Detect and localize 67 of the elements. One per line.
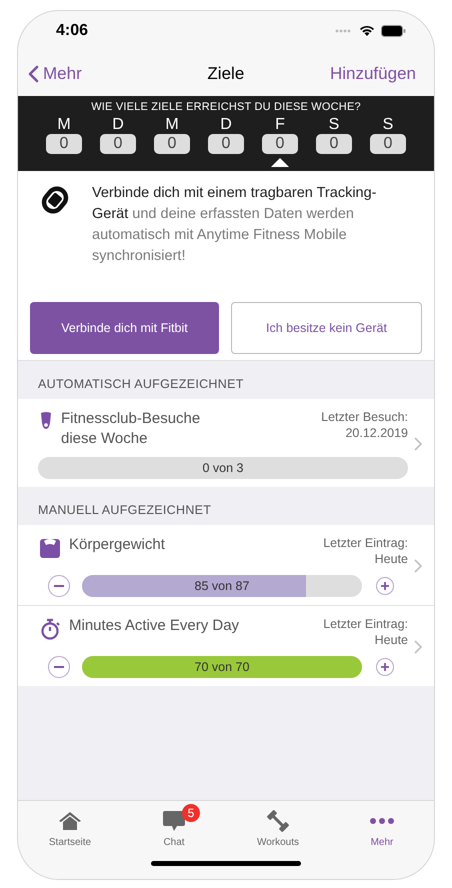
last-entry-label: Letzter Besuch:	[321, 409, 408, 425]
home-icon	[59, 812, 81, 830]
wifi-icon	[359, 25, 375, 37]
day-label: D	[220, 116, 232, 134]
day-counter[interactable]: 0	[262, 134, 298, 154]
day-label: S	[328, 116, 340, 134]
more-icon	[370, 818, 394, 824]
day-label: M	[57, 116, 71, 134]
progress-text: 70 von 70	[194, 660, 250, 674]
unread-badge: 5	[182, 804, 200, 822]
last-entry-value: 20.12.2019	[345, 425, 408, 441]
scale-icon	[39, 537, 61, 559]
increase-button[interactable]	[376, 658, 394, 676]
goal-row[interactable]: Fitnessclub-Besuche diese Woche Letzter Besuch: 20.12.2019 0 von 3	[18, 399, 434, 487]
section-header: AUTOMATISCH AUFGEZEICHNET	[38, 377, 244, 391]
progress-text: 0 von 3	[202, 461, 244, 475]
back-button[interactable]: Mehr	[28, 64, 82, 84]
goal-title: Körpergewicht	[69, 535, 166, 555]
day-label: D	[112, 116, 124, 134]
chevron-right-icon	[414, 640, 422, 654]
chevron-right-icon	[414, 437, 422, 451]
decrease-button[interactable]	[48, 656, 70, 678]
chevron-left-icon	[28, 64, 39, 82]
tab-item[interactable]: Mehr	[330, 801, 434, 861]
progress-text: 85 von 87	[194, 579, 250, 593]
last-entry-value: Heute	[374, 551, 408, 567]
tab-item[interactable]: Startseite	[18, 801, 122, 861]
goal-row[interactable]: Körpergewicht Letzter Eintrag: Heute 85 von 87	[18, 525, 434, 605]
day-counter[interactable]: 0	[316, 134, 352, 154]
connect-description: Verbinde dich mit einem tragbaren Tracking-Gerät und deine erfassten Daten werden automatisch mit Anytime Fitness Mobile synchronisiert!	[92, 184, 378, 266]
minus-icon	[54, 666, 64, 668]
tab-item[interactable]: 5 Chat	[122, 801, 226, 861]
day-counter[interactable]: 0	[154, 134, 190, 154]
add-link[interactable]: Hinzufügen	[330, 64, 416, 84]
day-counter[interactable]: 0	[100, 134, 136, 154]
signal-icon	[335, 29, 353, 33]
day-label: M	[165, 116, 179, 134]
battery-icon	[381, 25, 406, 37]
day-counter[interactable]: 0	[46, 134, 82, 154]
dumbbell-icon	[266, 809, 290, 833]
goal-title: Fitnessclub-Besuche diese Woche	[61, 409, 202, 449]
day-label: F	[275, 116, 285, 134]
goal-row[interactable]: Minutes Active Every Day Letzter Eintrag: Heute 70 von 70	[18, 605, 434, 686]
plus-icon	[381, 663, 389, 671]
status-time: 4:06	[56, 22, 88, 40]
increase-button[interactable]	[376, 577, 394, 595]
key-tag-icon	[39, 411, 53, 431]
last-entry-value: Heute	[374, 632, 408, 648]
last-entry-label: Letzter Eintrag:	[323, 616, 408, 632]
chevron-right-icon	[414, 559, 422, 573]
tab-item[interactable]: Workouts	[226, 801, 330, 861]
decrease-button[interactable]	[48, 575, 70, 597]
minus-icon	[54, 585, 64, 587]
day-counter[interactable]: 0	[370, 134, 406, 154]
fitness-band-icon	[40, 185, 70, 215]
connect-fitbit-button[interactable]: Verbinde dich mit Fitbit	[30, 302, 219, 354]
day-label: S	[382, 116, 394, 134]
stopwatch-icon	[39, 618, 61, 640]
plus-icon	[381, 582, 389, 590]
section-header: MANUELL AUFGEZEICHNET	[38, 503, 212, 517]
last-entry-label: Letzter Eintrag:	[323, 535, 408, 551]
chat-icon	[162, 810, 186, 832]
week-question: WIE VIELE ZIELE ERREICHST DU DIESE WOCHE?	[91, 101, 361, 113]
no-device-button[interactable]: Ich besitze kein Gerät	[231, 302, 422, 354]
goal-title: Minutes Active Every Day	[69, 616, 240, 636]
day-counter[interactable]: 0	[208, 134, 244, 154]
screen-title: Ziele	[207, 64, 244, 84]
